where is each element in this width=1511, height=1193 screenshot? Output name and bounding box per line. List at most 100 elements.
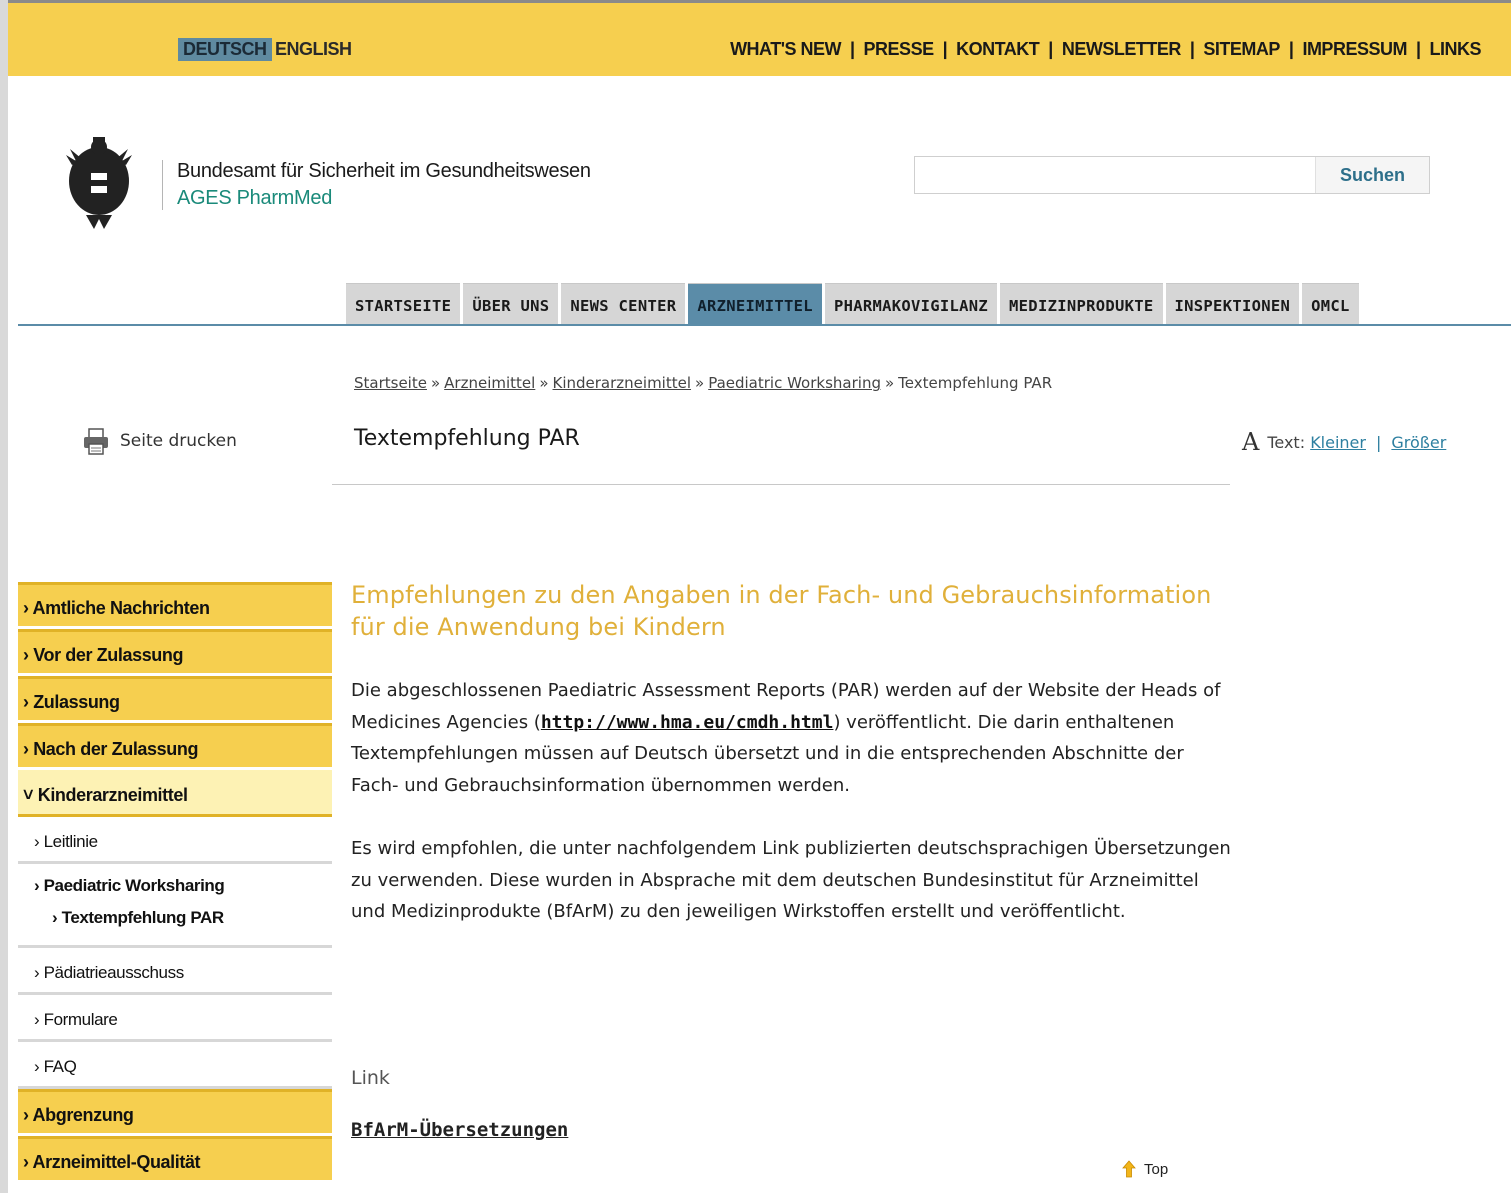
hma-link[interactable]: http://www.hma.eu/cmdh.html xyxy=(541,712,834,733)
chevron-right-icon: › xyxy=(34,1057,44,1076)
top-nav-link[interactable]: IMPRESSUM xyxy=(1302,39,1407,59)
chevron-right-icon: › xyxy=(34,876,44,895)
print-label: Seite drucken xyxy=(120,431,237,451)
text-size-icon: A xyxy=(1242,428,1260,456)
chevron-right-icon: › xyxy=(34,832,44,851)
breadcrumb: Startseite» Arzneimittel» Kinderarzneimitt… xyxy=(354,374,1052,392)
top-nav: WHAT'S NEW | PRESSE | KONTAKT | NEWSLETTER | SIT… xyxy=(730,39,1481,60)
sidebar-item-label: Kinderarzneimittel xyxy=(37,785,188,805)
main-content: Empfehlungen zu den Angaben in der Fach-… xyxy=(351,579,1231,928)
printer-icon xyxy=(84,428,108,455)
tab-arzneimittel[interactable]: ARZNEIMITTEL xyxy=(688,283,822,325)
breadcrumb-link[interactable]: Startseite xyxy=(354,374,427,392)
top-nav-separator: | xyxy=(850,39,855,59)
text-size-separator: | xyxy=(1375,432,1382,452)
tab-news-center[interactable]: NEWS CENTER xyxy=(561,283,686,325)
chevron-right-icon: › xyxy=(23,739,34,759)
sidebar-item-label: Formulare xyxy=(43,1010,118,1029)
top-nav-link[interactable]: WHAT'S NEW xyxy=(730,39,841,59)
chevron-right-icon: › xyxy=(52,908,62,927)
chevron-down-icon: ˅ xyxy=(23,785,38,805)
breadcrumb-separator: » xyxy=(695,374,705,392)
sidebar-item-label: Nach der Zulassung xyxy=(33,739,199,759)
chevron-right-icon: › xyxy=(23,598,33,618)
top-nav-separator: | xyxy=(1189,39,1195,59)
content-headline: Empfehlungen zu den Angaben in der Fach-… xyxy=(351,581,1212,641)
page-title: Textempfehlung PAR xyxy=(354,426,580,451)
tab--ber-uns[interactable]: ÜBER UNS xyxy=(463,283,559,325)
sidebar-item[interactable]: › Nach der Zulassung xyxy=(18,723,332,770)
search-input[interactable] xyxy=(915,157,1319,195)
top-nav-separator: | xyxy=(1048,39,1053,59)
sidebar-item[interactable]: › Amtliche Nachrichten xyxy=(18,582,332,629)
sidebar-item-label: Zulassung xyxy=(33,692,120,712)
sidebar-subitem[interactable]: › FAQ xyxy=(18,1042,332,1089)
print-page-link[interactable]: Seite drucken xyxy=(82,426,237,456)
sidebar-subitem[interactable]: › Pädiatrieausschuss xyxy=(18,948,332,995)
sidebar-item[interactable]: › Arzneimittel-Qualität xyxy=(18,1136,332,1183)
tab-inspektionen[interactable]: INSPEKTIONEN xyxy=(1165,283,1300,325)
breadcrumb-separator: » xyxy=(430,374,441,392)
tab-startseite[interactable]: STARTSEITE xyxy=(346,283,461,325)
chevron-right-icon: › xyxy=(23,1105,33,1125)
top-nav-link[interactable]: KONTAKT xyxy=(956,39,1040,59)
sidebar-subsubitem-current[interactable]: › Textempfehlung PAR xyxy=(34,908,332,928)
sidebar-item[interactable]: › Zulassung xyxy=(18,676,332,723)
lang-deutsch-link[interactable]: DEUTSCH xyxy=(178,38,272,61)
tab-medizinprodukte[interactable]: MEDIZINPRODUKTE xyxy=(1000,283,1163,325)
top-label: Top xyxy=(1144,1160,1169,1178)
sidebar-item-label: Abgrenzung xyxy=(32,1105,134,1125)
tab-omcl[interactable]: OMCL xyxy=(1302,283,1359,325)
chevron-right-icon: › xyxy=(23,645,34,665)
top-nav-separator: | xyxy=(942,39,948,59)
top-nav-separator: | xyxy=(1415,39,1421,59)
org-subtitle: AGES PharmMed xyxy=(177,187,333,209)
sidebar-item-label: Arzneimittel-Qualität xyxy=(32,1152,201,1172)
sidebar-item-open[interactable]: ˅ Kinderarzneimittel xyxy=(18,770,332,817)
breadcrumb-separator: » xyxy=(539,374,549,392)
top-nav-link[interactable]: SITEMAP xyxy=(1203,39,1280,59)
search-box: Suchen xyxy=(914,156,1430,195)
sidebar-subitem-selected[interactable]: › Paediatric Worksharing xyxy=(34,876,225,895)
top-nav-link[interactable]: NEWSLETTER xyxy=(1062,39,1182,59)
top-nav-separator: | xyxy=(1288,39,1294,59)
bfarm-translations-link[interactable]: BfArM-Übersetzungen xyxy=(351,1119,568,1141)
top-bar: DEUTSCH ENGLISH WHAT'S NEW | PRESSE | KONTAK… xyxy=(8,0,1511,76)
text-size-label: Text: xyxy=(1267,432,1306,452)
back-to-top-link[interactable]: Top xyxy=(1122,1160,1168,1178)
text-smaller-link[interactable]: Kleiner xyxy=(1310,433,1366,452)
text-size-controls: A Text: Kleiner | Größer xyxy=(1242,428,1446,456)
text-bigger-link[interactable]: Größer xyxy=(1391,433,1446,452)
eagle-logo xyxy=(66,137,132,229)
content-paragraph-2: Es wird empfohlen, die unter nachfolgend… xyxy=(351,838,1231,922)
breadcrumb-link[interactable]: Kinderarzneimittel xyxy=(553,374,692,392)
lang-english-link[interactable]: ENGLISH xyxy=(275,39,352,60)
top-nav-link[interactable]: LINKS xyxy=(1430,39,1482,59)
sidebar-item-label: Pädiatrieausschuss xyxy=(43,963,185,982)
sidebar-subitem[interactable]: › Formulare xyxy=(18,995,332,1042)
org-name: Bundesamt für Sicherheit im Gesundheitsw… xyxy=(177,160,591,182)
org-divider xyxy=(162,160,163,210)
tab-pharmakovigilanz[interactable]: PHARMAKOVIGILANZ xyxy=(824,283,998,325)
content-paragraph-1: Die abgeschlossenen Paediatric Assessmen… xyxy=(351,675,1231,801)
chevron-right-icon: › xyxy=(34,963,44,982)
main-nav-underline xyxy=(18,324,1511,326)
link-heading: Link xyxy=(351,1067,390,1089)
sidebar-item[interactable]: › Abgrenzung xyxy=(18,1089,332,1136)
sidebar-item-label: FAQ xyxy=(43,1057,77,1076)
chevron-right-icon: › xyxy=(23,1152,33,1172)
title-underline xyxy=(332,484,1230,485)
sidebar-subitem[interactable]: › Leitlinie xyxy=(18,817,332,864)
main-nav: STARTSEITE ÜBER UNS NEWS CENTER ARZNEIMITTE… xyxy=(346,283,1362,325)
breadcrumb-link[interactable]: Arzneimittel xyxy=(444,374,535,392)
search-button[interactable]: Suchen xyxy=(1315,157,1429,193)
sidebar-item[interactable]: › Vor der Zulassung xyxy=(18,629,332,676)
chevron-right-icon: › xyxy=(23,692,34,712)
sidebar-item-label: Textempfehlung PAR xyxy=(61,908,225,927)
sidebar-item-label: Amtliche Nachrichten xyxy=(32,598,210,618)
top-nav-link[interactable]: PRESSE xyxy=(864,39,935,59)
breadcrumb-current: Textempfehlung PAR xyxy=(898,374,1053,392)
left-edge xyxy=(0,0,8,1193)
sidebar-item-label: Paediatric Worksharing xyxy=(43,876,225,895)
breadcrumb-link[interactable]: Paediatric Worksharing xyxy=(708,374,881,392)
